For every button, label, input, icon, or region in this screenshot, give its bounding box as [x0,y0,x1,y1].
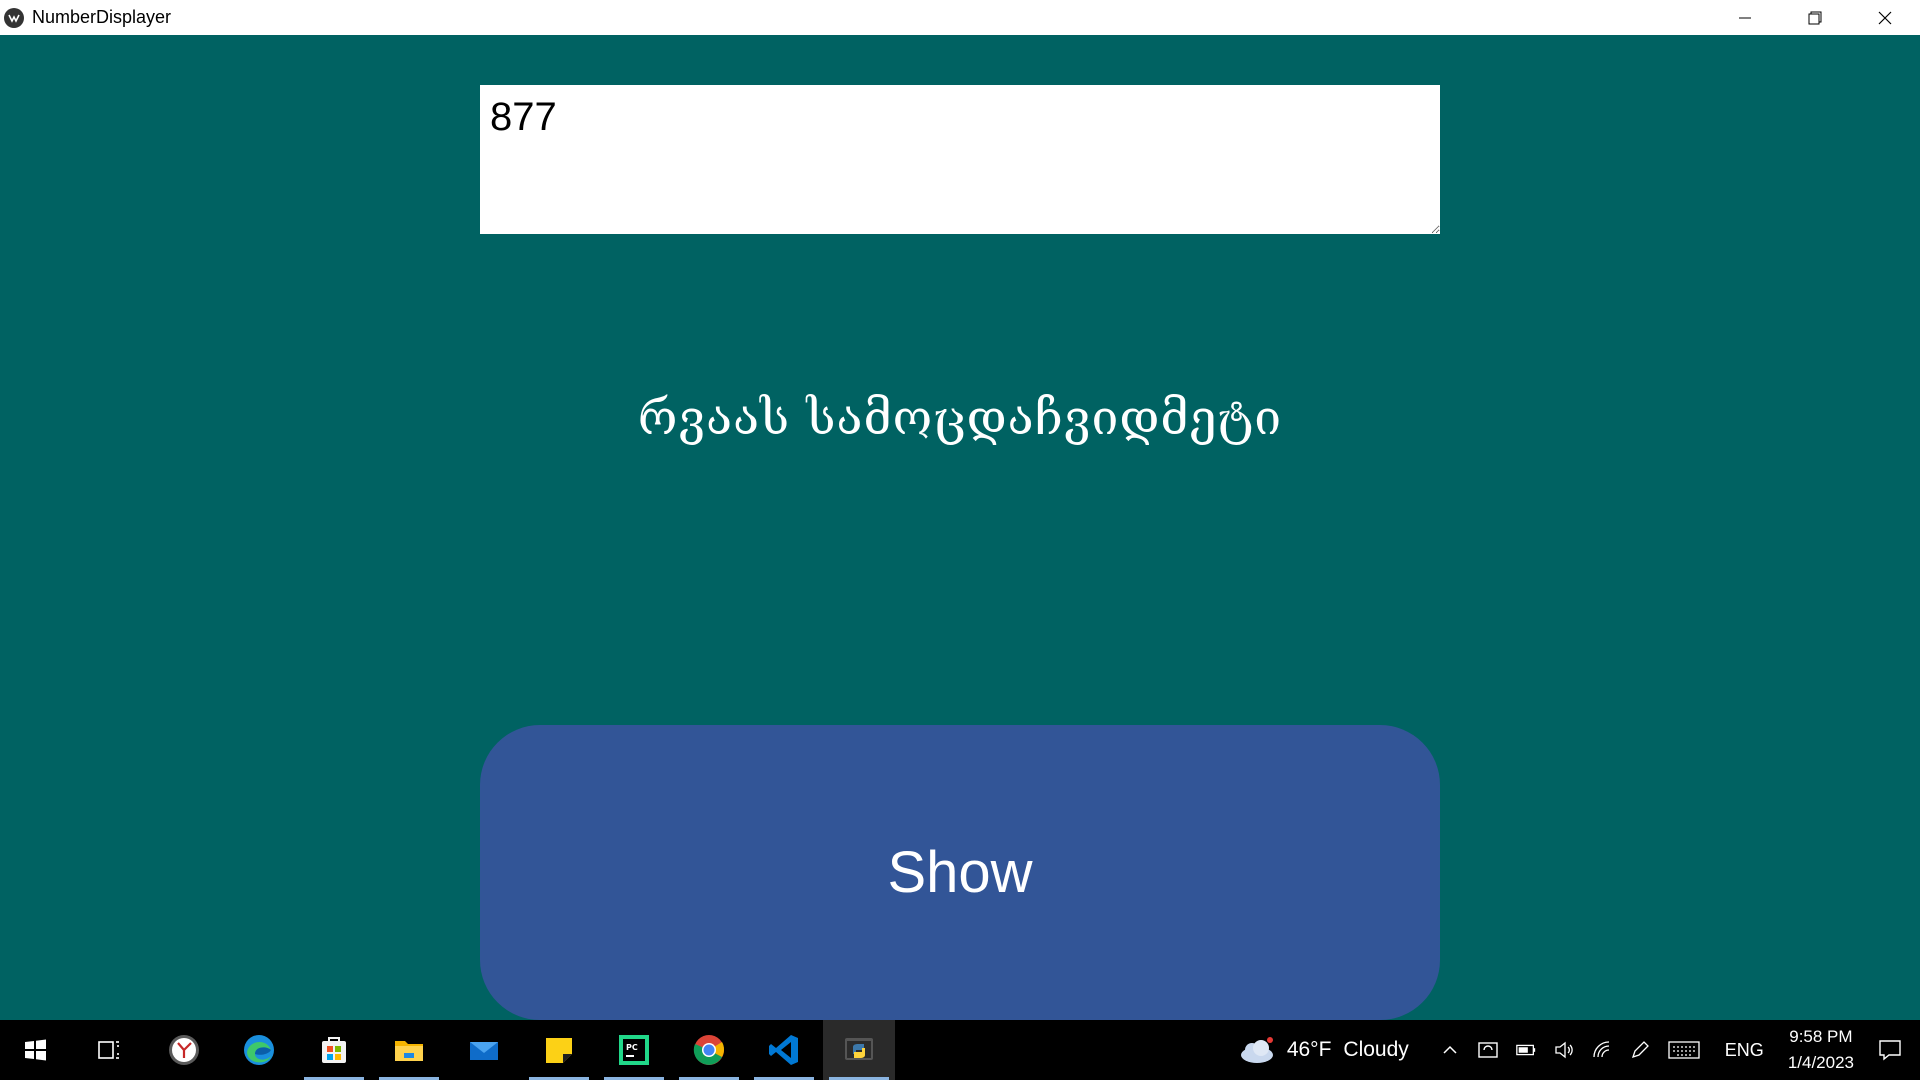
mail-icon [470,1042,498,1060]
weather-widget[interactable]: 46°F Cloudy [1237,1035,1409,1065]
pen-icon [1631,1041,1649,1059]
weather-temperature: 46°F [1286,1038,1332,1061]
python-icon [845,1038,873,1060]
store-icon [322,1037,346,1063]
edge-icon [244,1035,274,1065]
keyboard-icon [1668,1041,1700,1059]
volume-icon [1555,1041,1573,1059]
pycharm-icon: PC [619,1035,649,1065]
network-button[interactable] [1591,1039,1613,1061]
clock[interactable]: 9:58 PM 1/4/2023 [1788,1024,1854,1076]
battery-icon [1515,1044,1535,1056]
wifi-icon [1593,1041,1609,1058]
app-icon [4,7,24,28]
sync-icon [1478,1042,1498,1058]
result-text: რვაას სამოცდაჩვიდმეტი [637,390,1283,446]
restore-icon [1808,11,1822,24]
start-icon [25,1039,46,1061]
clock-date: 1/4/2023 [1787,1053,1854,1072]
notification-icon [1879,1040,1901,1061]
taskbar: PC 46°F Cloudy ENG 9:58 PM 1/4/2023 [0,1020,1920,1080]
minimize-button[interactable] [1710,0,1780,35]
close-button[interactable] [1850,0,1920,35]
window-controls [1710,0,1920,35]
chevron-up-icon [1443,1045,1457,1054]
taskbar-app-pycharm[interactable]: PC [598,1020,670,1080]
restore-button[interactable] [1780,0,1850,35]
close-icon [1878,11,1892,24]
input-language[interactable]: ENG [1725,1040,1764,1061]
file-explorer-icon [395,1041,423,1061]
minimize-icon [1739,17,1751,18]
taskbar-app-store[interactable] [298,1020,370,1080]
pen-button[interactable] [1629,1039,1651,1061]
taskbar-app-explorer[interactable] [373,1020,445,1080]
weather-condition: Cloudy [1343,1038,1409,1061]
number-input[interactable]: 877 [480,85,1440,234]
taskbar-app-sticky-notes[interactable] [523,1020,595,1080]
taskbar-app-clock[interactable] [148,1020,220,1080]
taskbar-app-chrome[interactable] [673,1020,745,1080]
task-view-icon [98,1041,119,1059]
battery-button[interactable] [1515,1039,1537,1061]
chrome-icon [693,1035,725,1065]
show-button[interactable]: Show [480,725,1440,1020]
vscode-icon [769,1035,798,1065]
notification-center-button[interactable] [1868,1037,1912,1063]
clock-time: 9:58 PM [1789,1027,1853,1046]
taskbar-app-python[interactable] [823,1020,895,1080]
taskbar-app-edge[interactable] [223,1020,295,1080]
tray-sync-icon-button[interactable] [1477,1039,1499,1061]
window-title: NumberDisplayer [32,7,172,27]
system-tray: 46°F Cloudy ENG 9:58 PM 1/4/2023 [1237,1020,1920,1080]
taskbar-app-mail[interactable] [448,1020,520,1080]
show-hidden-icons-button[interactable] [1439,1039,1461,1061]
title-bar: NumberDisplayer [0,0,1920,35]
volume-button[interactable] [1553,1039,1575,1061]
svg-text:PC: PC [626,1043,638,1052]
start-button[interactable] [0,1020,70,1080]
touch-keyboard-button[interactable] [1667,1039,1701,1061]
cloud-icon [1240,1037,1273,1063]
sticky-notes-icon [546,1038,572,1063]
task-view-button[interactable] [73,1020,145,1080]
clock-app-icon [169,1035,199,1065]
taskbar-app-vscode[interactable] [748,1020,820,1080]
